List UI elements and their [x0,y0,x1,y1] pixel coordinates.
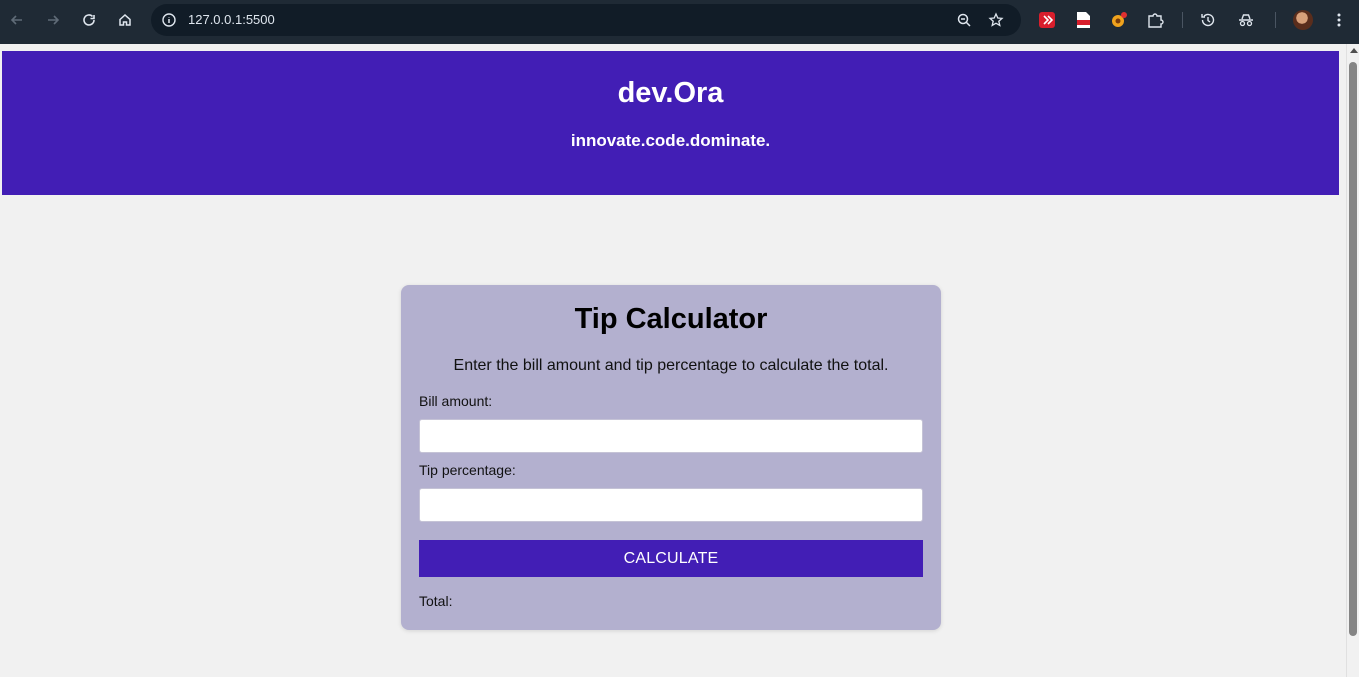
zoom-icon[interactable] [956,12,972,28]
tip-calculator-card: Tip Calculator Enter the bill amount and… [401,285,941,630]
tip-percentage-label: Tip percentage: [419,462,516,478]
history-icon[interactable] [1199,11,1217,29]
arrow-left-icon [10,15,22,25]
scrollbar-thumb[interactable] [1349,62,1357,636]
arrow-right-icon [48,15,60,25]
calculator-title: Tip Calculator [574,303,768,335]
total-output: Total: [419,593,453,609]
brand-tagline: innovate.code.dominate. [570,131,771,150]
browser-toolbar: 127.0.0.1:5500 [0,0,1359,44]
toolbar-divider [1275,12,1276,28]
extension-pdf-icon[interactable] [1074,11,1092,29]
address-bar[interactable]: 127.0.0.1:5500 [151,4,1021,36]
extension-orange-icon[interactable] [1110,11,1128,29]
toolbar-divider [1182,12,1183,28]
reload-button[interactable] [79,10,99,30]
back-button[interactable] [7,10,27,30]
extensions-puzzle-icon[interactable] [1146,11,1164,29]
site-header: dev.Ora innovate.code.dominate. [2,51,1339,195]
vertical-scrollbar[interactable] [1346,44,1359,677]
incognito-icon[interactable] [1237,11,1255,29]
bookmark-star-icon[interactable] [988,12,1004,28]
calculate-button[interactable]: CALCULATE [419,540,923,577]
tip-percentage-input[interactable] [419,488,923,522]
scroll-up-arrow-icon[interactable] [1350,48,1358,53]
brand-title: dev.Ora [617,77,724,109]
profile-avatar[interactable] [1293,10,1313,30]
forward-button[interactable] [43,10,63,30]
reload-icon [83,14,95,26]
home-button[interactable] [115,10,135,30]
kebab-menu-icon[interactable] [1330,11,1348,29]
bill-amount-label: Bill amount: [419,393,493,409]
calculator-description: Enter the bill amount and tip percentage… [453,357,889,374]
bill-amount-input[interactable] [419,419,923,453]
url-text[interactable]: 127.0.0.1:5500 [188,4,275,36]
page-viewport: dev.Ora innovate.code.dominate. Tip Calc… [0,44,1346,677]
info-icon[interactable] [161,12,177,28]
extension-red-icon[interactable] [1038,11,1056,29]
home-icon [119,13,131,26]
